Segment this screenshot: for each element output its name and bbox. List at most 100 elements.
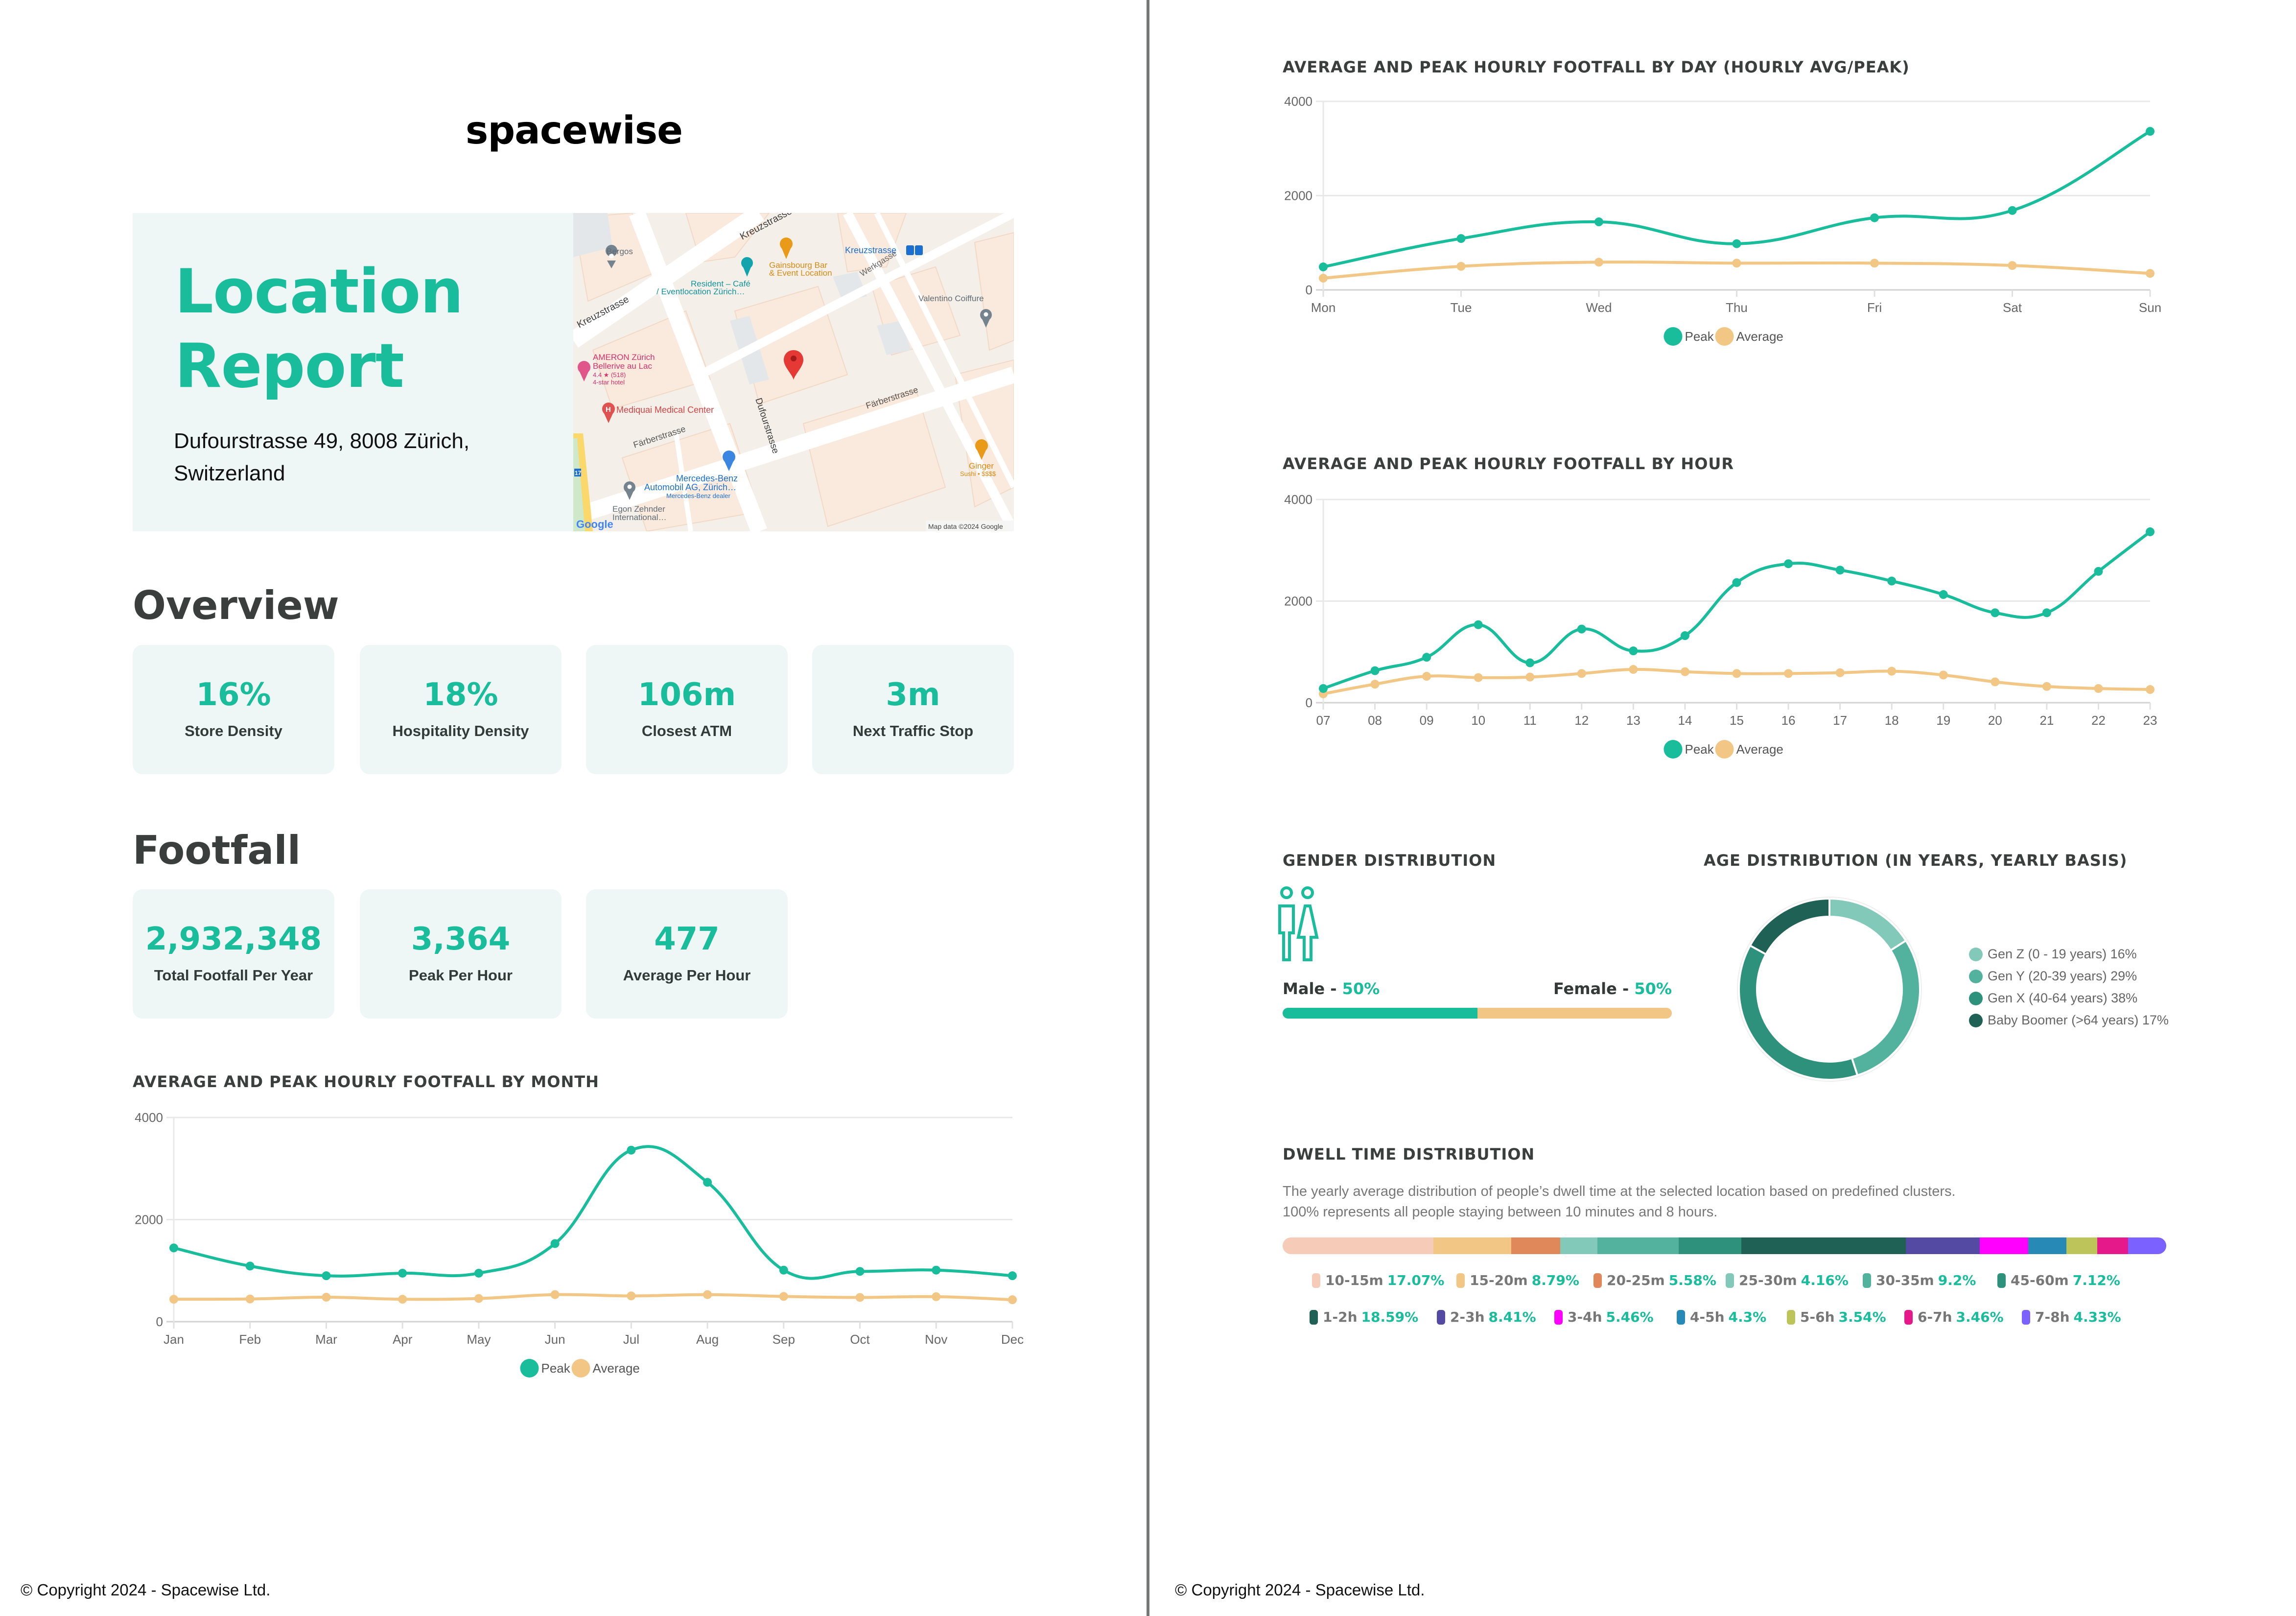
data-point-peak — [2094, 567, 2103, 576]
age-legend-item: Gen X (40-64 years) 38% — [1969, 991, 2169, 1006]
data-point-average — [550, 1290, 560, 1299]
dwell-legend-item: 45-60m 7.12% — [1997, 1272, 2120, 1288]
legend-swatch — [1715, 740, 1734, 759]
dwell-description-line1: The yearly average distribution of peopl… — [1283, 1184, 1956, 1199]
dwell-legend-item: 20-25m 5.58% — [1593, 1272, 1716, 1288]
data-point-average — [1370, 680, 1380, 689]
age-donut-chart — [1737, 897, 1922, 1082]
x-tick-label: Nov — [925, 1332, 947, 1347]
legend-value: 4.33% — [2073, 1309, 2121, 1325]
legend-swatch — [1437, 1309, 1445, 1325]
dwell-segment — [1433, 1237, 1511, 1254]
legend-label: 2-3h — [1450, 1309, 1485, 1325]
dwell-legend-item: 3-4h 5.46% — [1554, 1309, 1654, 1325]
x-tick-label: Mar — [315, 1332, 337, 1347]
data-point-peak — [1319, 684, 1328, 693]
data-point-average — [1525, 672, 1535, 682]
data-point-peak — [1008, 1271, 1017, 1281]
dwell-segment — [2028, 1237, 2066, 1254]
y-tick-label: 2000 — [135, 1212, 163, 1227]
dwell-segment — [2097, 1237, 2128, 1254]
legend-value: 5.58% — [1668, 1272, 1716, 1288]
legend-swatch — [1593, 1273, 1602, 1288]
legend-value: 8.79% — [1531, 1272, 1579, 1288]
data-point-average — [1629, 665, 1638, 674]
data-point-peak — [474, 1268, 483, 1278]
legend-value: 4.3% — [1728, 1309, 1767, 1325]
legend-swatch — [1969, 991, 1983, 1005]
dwell-segment — [1678, 1237, 1742, 1254]
data-point-peak — [779, 1265, 788, 1275]
legend-value: 8.41% — [1488, 1309, 1536, 1325]
y-tick-label: 4000 — [1284, 492, 1312, 507]
male-share-label: Male - 50% — [1283, 979, 1380, 998]
legend-swatch — [1787, 1309, 1795, 1325]
data-point-average — [2146, 685, 2155, 694]
dwell-segment — [1283, 1237, 1434, 1254]
dwell-title: DWELL TIME DISTRIBUTION — [1283, 1145, 1535, 1164]
x-tick-label: Feb — [239, 1332, 261, 1347]
legend-label: 10-15m — [1325, 1272, 1383, 1288]
dwell-legend-item: 15-20m 8.79% — [1456, 1272, 1579, 1288]
dwell-legend-item: 1-2h 18.59% — [1310, 1309, 1418, 1325]
x-tick-label: 15 — [1730, 713, 1744, 728]
legend-label: 30-35m — [1876, 1272, 1934, 1288]
legend-label: Average — [1736, 742, 1783, 757]
data-point-peak — [627, 1145, 636, 1155]
dwell-description: The yearly average distribution of peopl… — [1283, 1181, 1956, 1222]
data-point-average — [322, 1292, 331, 1302]
x-tick-label: 13 — [1626, 713, 1640, 728]
legend-label: 5-6h — [1800, 1309, 1835, 1325]
data-point-peak — [1887, 576, 1897, 586]
male-pct: 50% — [1342, 979, 1380, 998]
data-point-average — [932, 1292, 941, 1301]
dwell-description-line2: 100% represents all people staying betwe… — [1283, 1204, 1718, 1220]
legend-swatch — [1863, 1273, 1871, 1288]
x-tick-label: 19 — [1936, 713, 1950, 728]
legend-swatch — [1969, 947, 1983, 961]
data-point-average — [2094, 684, 2103, 693]
data-point-average — [2042, 682, 2051, 691]
y-tick-label: 0 — [1306, 695, 1312, 710]
data-point-average — [1835, 668, 1845, 677]
data-point-average — [1784, 669, 1793, 678]
x-tick-label: 18 — [1885, 713, 1899, 728]
data-point-peak — [1680, 631, 1689, 641]
data-point-peak — [1422, 653, 1431, 662]
data-point-average — [474, 1294, 483, 1303]
legend-label: Peak — [541, 1361, 571, 1376]
data-point-peak — [550, 1239, 560, 1248]
x-tick-label: 08 — [1368, 713, 1382, 728]
x-tick-label: 09 — [1420, 713, 1434, 728]
series-line-peak — [173, 1145, 1013, 1280]
legend-label: 25-30m — [1739, 1272, 1797, 1288]
data-point-peak — [703, 1178, 712, 1187]
legend-swatch — [1663, 740, 1683, 759]
data-point-peak — [855, 1267, 865, 1276]
footer-copyright-left: © Copyright 2024 - Spacewise Ltd. — [21, 1581, 271, 1599]
data-point-average — [1991, 677, 2000, 687]
x-tick-label: Oct — [850, 1332, 870, 1347]
legend-label: Baby Boomer (>64 years) 17% — [1988, 1013, 2169, 1027]
legend-swatch — [1677, 1309, 1685, 1325]
data-point-peak — [1629, 646, 1638, 656]
x-tick-label: Jul — [623, 1332, 639, 1347]
data-point-average — [627, 1291, 636, 1301]
y-tick-label: 0 — [156, 1314, 163, 1329]
data-point-average — [703, 1290, 712, 1299]
data-point-average — [1474, 673, 1483, 682]
legend-swatch — [1904, 1309, 1913, 1325]
legend-swatch — [571, 1359, 590, 1378]
x-tick-label: 23 — [2143, 713, 2157, 728]
y-tick-label: 4000 — [135, 1110, 163, 1125]
dwell-legend-item: 5-6h 3.54% — [1787, 1309, 1886, 1325]
data-point-peak — [2042, 608, 2051, 618]
legend-value: 18.59% — [1361, 1309, 1419, 1325]
data-point-peak — [245, 1261, 255, 1271]
data-point-peak — [932, 1265, 941, 1275]
y-tick-label: 2000 — [1284, 594, 1312, 609]
legend-label: 45-60m — [2011, 1272, 2069, 1288]
donut-slice — [1738, 944, 1859, 1081]
data-point-average — [1008, 1295, 1017, 1305]
legend-swatch — [1456, 1273, 1465, 1288]
